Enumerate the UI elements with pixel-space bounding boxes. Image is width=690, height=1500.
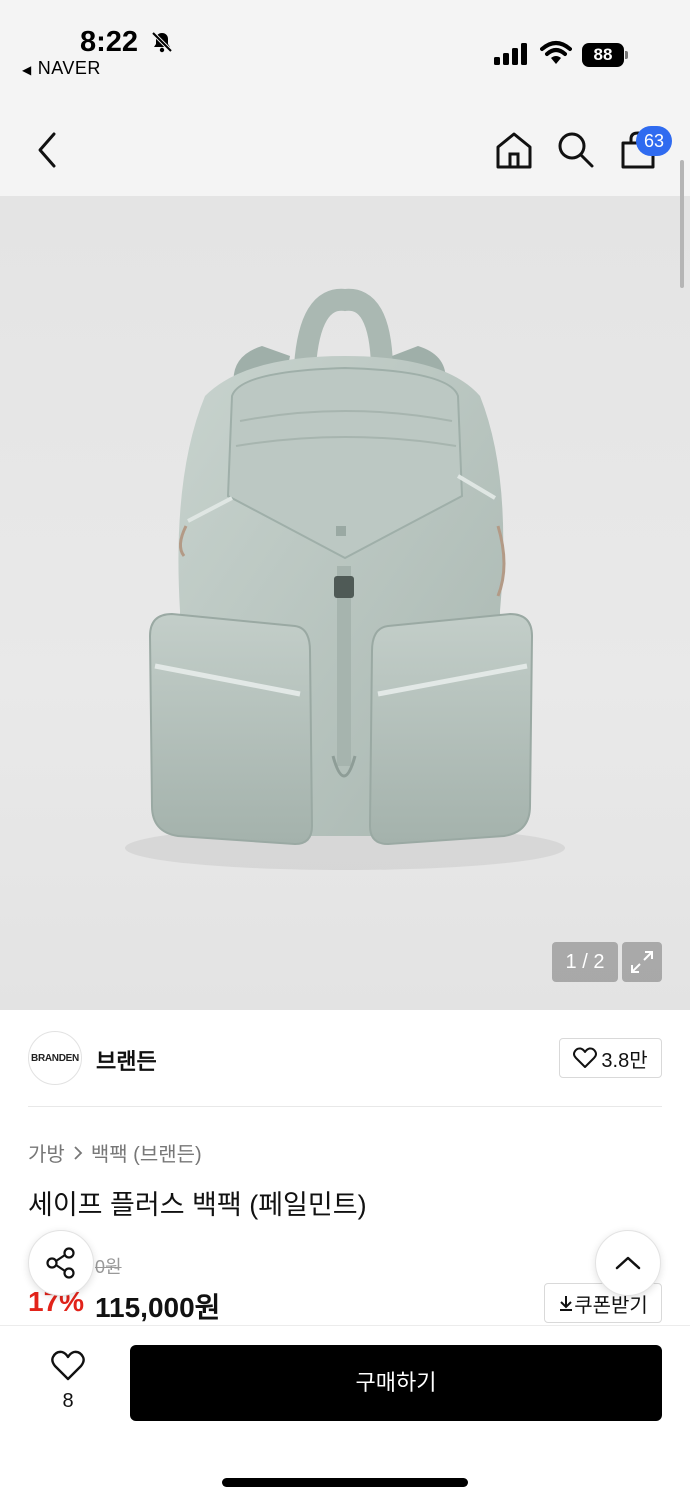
breadcrumb-subcategory[interactable]: 백팩 (브랜든): [91, 1138, 202, 1167]
chevron-up-icon: [615, 1256, 641, 1270]
original-price: 0원: [95, 1257, 122, 1277]
product-image-gallery[interactable]: 1 / 2: [0, 196, 690, 1010]
battery-indicator: 88: [582, 43, 624, 67]
search-icon[interactable]: [556, 130, 596, 170]
brand-like-button[interactable]: 3.8만: [559, 1038, 662, 1078]
wishlist-count: 8: [62, 1390, 74, 1412]
share-button[interactable]: [28, 1230, 94, 1296]
status-bar: 8:22 ◀ NAVER 88: [0, 0, 690, 98]
home-icon[interactable]: [494, 130, 534, 170]
share-icon: [46, 1247, 75, 1279]
back-to-app[interactable]: ◀ NAVER: [22, 58, 101, 79]
back-app-label: NAVER: [37, 58, 101, 78]
bell-muted-icon: [151, 31, 173, 53]
brand-like-count: 3.8만: [601, 1049, 648, 1072]
expand-image-button[interactable]: [622, 942, 662, 982]
top-nav: [0, 98, 690, 196]
wishlist-heart-icon[interactable]: [50, 1350, 86, 1382]
backpack-image: [125, 288, 565, 870]
brand-logo[interactable]: BRANDEN: [28, 1031, 82, 1085]
page-scrollbar[interactable]: [680, 160, 684, 288]
breadcrumb: 가방 백팩 (브랜든): [28, 1138, 202, 1167]
buy-button[interactable]: 구매하기: [130, 1345, 662, 1421]
status-time: 8:22: [80, 26, 139, 58]
chevron-right-icon: [74, 1145, 83, 1160]
scroll-to-top-button[interactable]: [595, 1230, 661, 1296]
breadcrumb-category[interactable]: 가방: [28, 1138, 65, 1167]
home-indicator[interactable]: [222, 1478, 468, 1487]
image-counter: 1 / 2: [552, 942, 618, 982]
heart-icon: [573, 1047, 598, 1068]
product-title: 세이프 플러스 백팩 (페일민트): [28, 1190, 367, 1220]
divider: [28, 1106, 662, 1107]
cart-count-badge: 63: [636, 126, 672, 156]
download-icon: [560, 1296, 573, 1311]
wifi-icon: [540, 41, 572, 64]
back-arrow-icon[interactable]: [30, 130, 66, 170]
expand-icon: [631, 951, 653, 973]
brand-name[interactable]: 브랜든: [96, 1044, 157, 1076]
signal-icon: [494, 43, 527, 65]
battery-cap: [625, 51, 628, 59]
sale-price: 115,000원: [95, 1292, 221, 1323]
